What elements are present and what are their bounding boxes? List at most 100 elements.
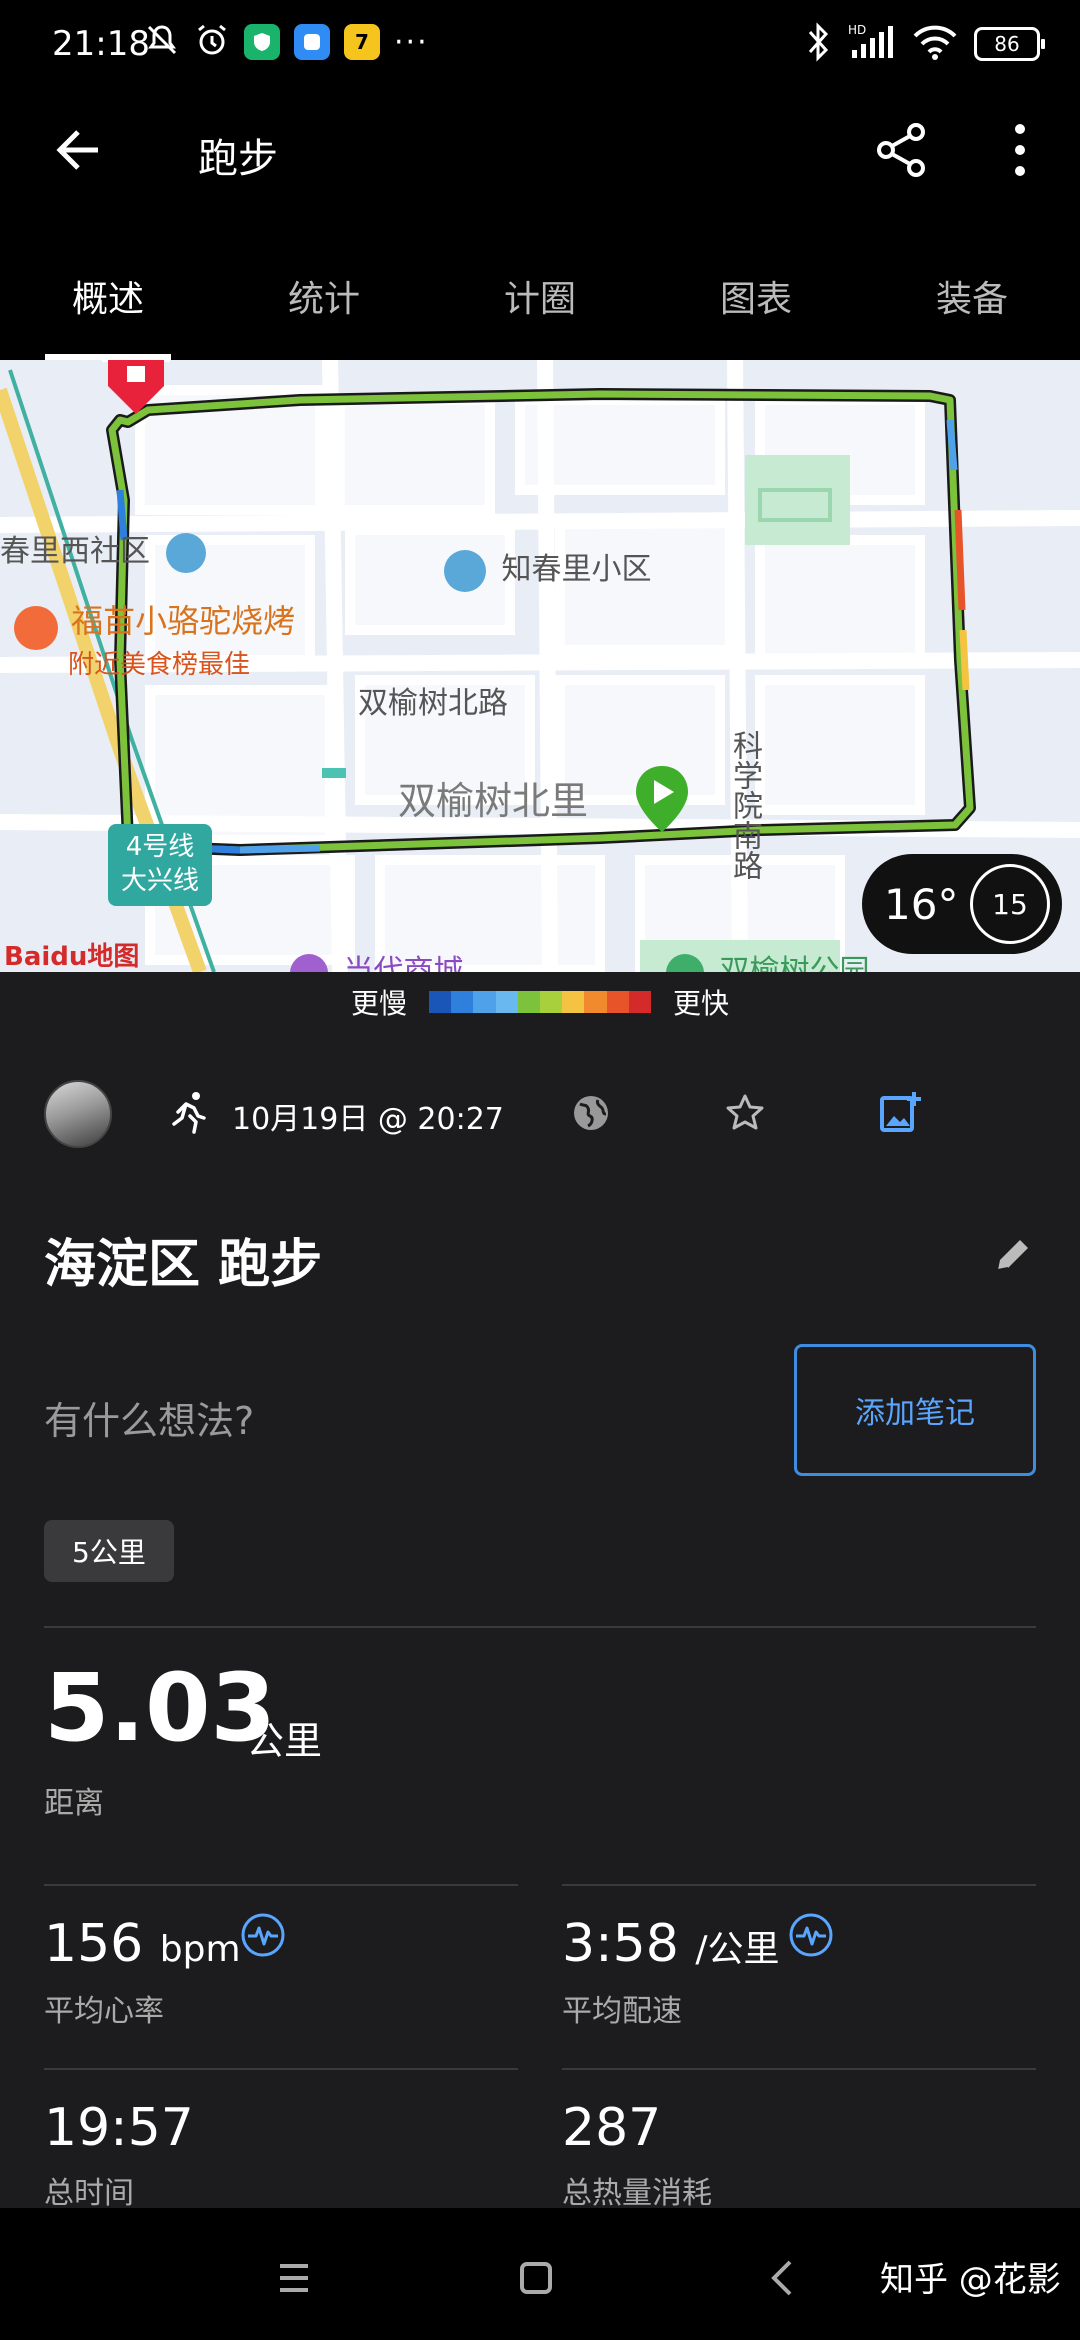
pace-label: 平均配速	[562, 1994, 682, 2029]
route-end-marker	[98, 360, 174, 414]
distance-unit: 公里	[246, 1719, 323, 1763]
more-options-button[interactable]	[1000, 118, 1040, 182]
tab-bar: 概述 统计 计圈 图表 装备	[0, 220, 1080, 360]
divider	[562, 1884, 1036, 1886]
weather-dial: 15	[970, 864, 1050, 944]
legend-color-swatch	[429, 991, 452, 1013]
system-back-button[interactable]	[754, 2248, 814, 2308]
distance-label: 距离	[44, 1786, 104, 1821]
map-label-shuangyushu-road: 双榆树北路	[358, 686, 508, 721]
menu-icon	[280, 2264, 308, 2292]
map-label-restaurant: 福苗小骆驼烧烤	[14, 596, 295, 650]
calories-label: 总热量消耗	[562, 2176, 712, 2211]
running-icon	[168, 1090, 212, 1134]
mall-icon	[290, 953, 328, 972]
heart-pulse-icon[interactable]	[240, 1912, 286, 1958]
home-square-icon	[520, 2262, 552, 2294]
star-icon[interactable]	[724, 1092, 766, 1134]
tab-overview[interactable]: 概述	[0, 220, 216, 360]
activity-summary: 更慢 更快 10月19日 @ 20:27 海淀区 跑步 有什么想法? 添加笔记 …	[0, 972, 1080, 2211]
activity-meta-row: 10月19日 @ 20:27	[0, 1072, 1080, 1162]
page-title: 跑步	[198, 136, 278, 182]
pace-pulse-icon[interactable]	[788, 1912, 834, 1958]
baidu-logo: Baidu地图	[4, 942, 140, 972]
finish-flag-icon	[102, 360, 170, 414]
battery-indicator: 86	[974, 27, 1045, 61]
pace-value: 3:58	[562, 1914, 679, 1974]
legend-color-swatch	[473, 991, 496, 1013]
pace-unit: /公里	[695, 1929, 780, 1970]
bluetooth-icon	[804, 22, 832, 66]
notes-prompt[interactable]: 有什么想法?	[44, 1390, 254, 1445]
divider	[44, 1884, 518, 1886]
pace-stat: 3:58 /公里	[562, 1918, 779, 1970]
app-bar: 跑步	[0, 90, 1080, 220]
map-subway-badge: 4号线 大兴线	[108, 824, 212, 906]
back-button[interactable]	[50, 120, 110, 180]
more-dot-icon	[1015, 144, 1025, 155]
total-time-label: 总时间	[44, 2176, 134, 2211]
activity-tag[interactable]: 5公里	[44, 1520, 174, 1582]
more-dot-icon	[1015, 166, 1025, 177]
recent-apps-button[interactable]	[264, 2248, 324, 2308]
distance-value: 5.03	[44, 1654, 276, 1763]
heart-rate-label: 平均心率	[44, 1994, 164, 2029]
route-map[interactable]: 春里西社区 知春里小区 福苗小骆驼烧烤 附近美食榜最佳 双榆树北路 双榆树北里 …	[0, 360, 1080, 972]
share-button[interactable]	[870, 118, 934, 182]
legend-color-bar	[429, 991, 652, 1013]
map-label-kexueyuan-road: 科学院南路	[727, 730, 762, 880]
heart-rate-unit: bpm	[159, 1929, 241, 1970]
legend-color-swatch	[606, 991, 629, 1013]
map-label-chunli-west: 春里西社区	[0, 526, 206, 573]
tab-gear[interactable]: 装备	[864, 220, 1080, 360]
status-system-icons: HD 86	[804, 22, 1045, 66]
start-play-icon	[636, 766, 688, 832]
restaurant-icon	[14, 605, 58, 650]
legend-color-swatch	[495, 991, 518, 1013]
heart-rate-stat: 156 bpm	[44, 1918, 241, 1970]
tab-laps[interactable]: 计圈	[432, 220, 648, 360]
status-time: 21:18	[52, 24, 150, 64]
tab-charts[interactable]: 图表	[648, 220, 864, 360]
map-label-shuangyushu-north: 双榆树北里	[398, 779, 589, 823]
divider	[44, 2068, 518, 2070]
mute-bell-icon	[144, 22, 180, 62]
add-photo-icon[interactable]	[878, 1090, 924, 1136]
divider	[44, 1626, 1036, 1628]
signal-icon: HD	[848, 22, 896, 66]
map-label-restaurant-sub: 附近美食榜最佳	[68, 650, 251, 680]
chevron-left-icon	[771, 2260, 792, 2296]
calories-value: 287	[562, 2098, 662, 2158]
activity-title: 海淀区 跑步	[44, 1235, 323, 1295]
more-notifications-icon: ···	[394, 24, 429, 60]
alarm-icon	[194, 22, 230, 62]
map-label-park: 双榆树公园	[666, 946, 870, 972]
shield-app-icon	[244, 24, 280, 60]
divider	[562, 2068, 1036, 2070]
legend-color-swatch	[540, 991, 563, 1013]
wifi-icon	[912, 22, 958, 66]
activity-date: 10月19日 @ 20:27	[232, 1102, 504, 1137]
building-icon	[444, 549, 486, 592]
home-button[interactable]	[506, 2248, 566, 2308]
edit-pencil-icon[interactable]	[992, 1234, 1034, 1276]
total-time-value: 19:57	[44, 2098, 194, 2158]
share-icon	[877, 123, 925, 177]
legend-color-swatch	[517, 991, 541, 1013]
arrow-left-icon	[56, 130, 98, 170]
status-bar: 21:18 7 ··· HD 86	[0, 0, 1080, 90]
watermark: 知乎 @花影	[880, 2260, 1061, 2300]
map-label-mall: 当代商城	[290, 946, 464, 972]
tab-stats[interactable]: 统计	[216, 220, 432, 360]
heart-rate-value: 156	[44, 1914, 144, 1974]
park-icon	[666, 953, 704, 972]
system-nav-bar: 知乎 @花影	[0, 2208, 1080, 2340]
avatar[interactable]	[44, 1080, 112, 1148]
globe-icon[interactable]	[570, 1092, 612, 1134]
legend-slow-label: 更慢	[350, 987, 407, 1020]
route-start-marker	[632, 764, 692, 834]
legend-color-swatch	[584, 991, 607, 1013]
svg-text:HD: HD	[848, 23, 866, 37]
add-note-button[interactable]: 添加笔记	[794, 1344, 1036, 1476]
weather-badge: 16° 15	[862, 854, 1062, 954]
